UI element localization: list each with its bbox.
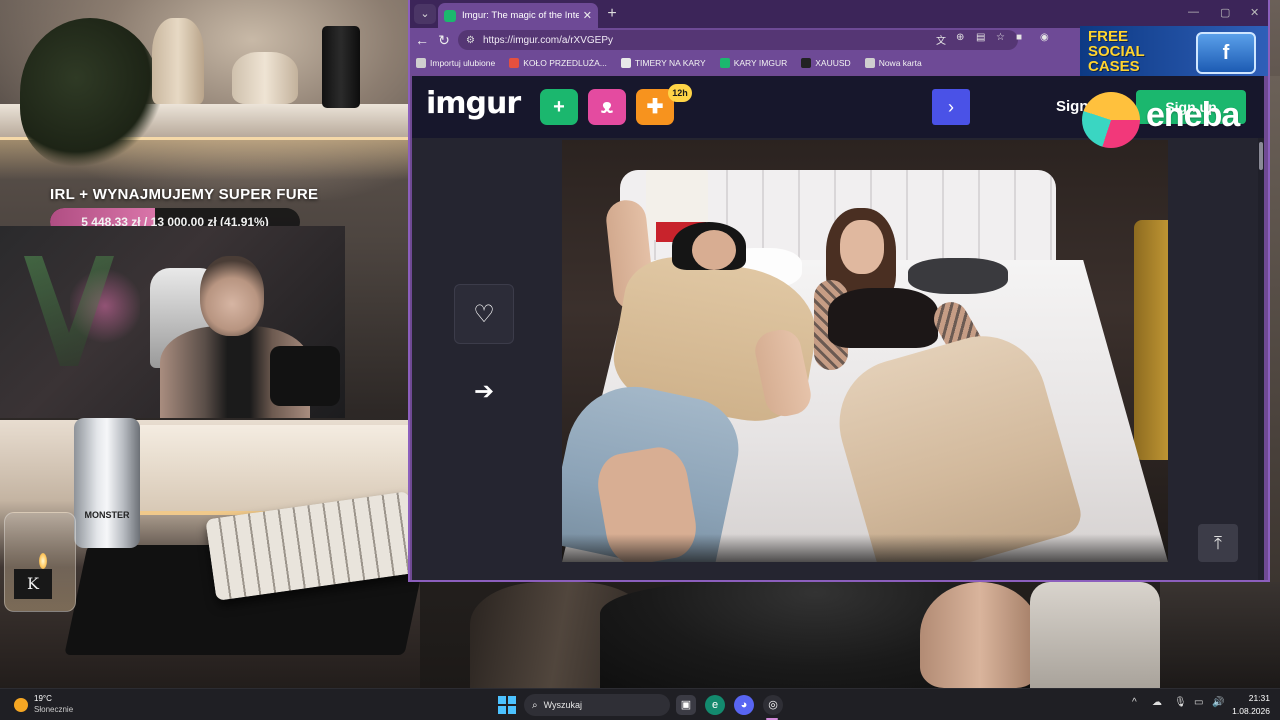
streamer-arm-right <box>920 582 1040 688</box>
share-arrow-icon[interactable]: ➔ <box>454 362 514 422</box>
bookmark-tradingview-icon <box>801 58 812 68</box>
weather-condition[interactable]: Słonecznie <box>34 705 73 714</box>
bookmark-5[interactable]: Nowa karta <box>864 58 922 68</box>
reader-icon[interactable]: ▤ <box>976 32 985 43</box>
bookmark-wheel-icon <box>509 58 520 68</box>
bookmark-label: TIMERY NA KARY <box>634 58 706 68</box>
discord-icon[interactable]: ◕ <box>734 695 754 715</box>
bookmark-1[interactable]: KOŁO PRZEDLUŻA... <box>509 58 607 68</box>
volume-icon[interactable]: 🔊 <box>1212 697 1224 708</box>
sun-weather-icon[interactable] <box>14 698 28 712</box>
chair <box>1030 582 1160 688</box>
search-placeholder: Wyszukaj <box>543 700 583 710</box>
imgur-logo[interactable]: imgur <box>426 86 521 121</box>
facebook-case-icon: f <box>1196 32 1256 74</box>
scrollbar[interactable] <box>1258 138 1264 580</box>
reload-icon[interactable]: ↻ <box>434 31 454 49</box>
tab-imgur[interactable]: Imgur: The magic of the Internet ✕ <box>438 3 598 28</box>
close-window-icon[interactable]: ✕ <box>1250 6 1259 19</box>
zoom-icon[interactable]: ⊕ <box>956 32 964 43</box>
bookmark-import-icon <box>416 58 426 68</box>
badge-12h: 12h <box>668 84 692 102</box>
clock-time[interactable]: 21:31 <box>1240 693 1270 703</box>
bookmark-label: Nowa karta <box>878 58 922 68</box>
back-arrow-icon[interactable]: ← <box>412 31 432 49</box>
browser-window: ⌄ Imgur: The magic of the Internet ✕ + —… <box>408 0 1270 582</box>
page-viewport: imgur + ᴥ ✚ 12h › Sign in Sign up ♡ ➔ ⤒ <box>412 76 1264 580</box>
bookmark-2[interactable]: TIMERY NA KARY <box>620 58 706 68</box>
taskbar: 19°C Słonecznie ⌕ Wyszukaj ▣ e ◕ ◎ ^ ☁ 🎙… <box>0 688 1280 720</box>
image-yellow-chair <box>1134 220 1168 460</box>
shelf-pot <box>232 52 298 104</box>
image-shadow <box>562 534 1168 562</box>
site-info-icon[interactable]: ⚙ <box>466 35 475 46</box>
new-tab-plus-icon[interactable]: + <box>602 4 622 24</box>
new-post-plus-icon[interactable]: + <box>540 89 578 125</box>
extension-icon[interactable]: ■ <box>1016 32 1022 43</box>
microphone-icon[interactable]: 🎙 <box>1174 697 1187 708</box>
eneba-logo-icon <box>1082 92 1140 148</box>
bookmark-imgur-icon <box>719 58 730 68</box>
edge-icon[interactable]: e <box>705 695 725 715</box>
can-label: MONSTER <box>84 510 130 520</box>
extension-green-icon[interactable]: ◉ <box>1040 32 1049 43</box>
image-woman-top <box>828 288 938 348</box>
bookmark-label: Importuj ulubione <box>430 58 496 68</box>
candle-flame <box>39 553 47 569</box>
webcam-microphone <box>270 346 340 406</box>
scrollbar-thumb[interactable] <box>1259 142 1263 170</box>
shelf-vase <box>152 18 204 104</box>
tab-close-icon[interactable]: ✕ <box>583 9 592 22</box>
imgur-favicon-icon <box>444 9 456 22</box>
clock-date[interactable]: 1.08.2026 <box>1230 706 1270 716</box>
ad-free-social-cases-text: FREE SOCIAL CASES <box>1088 28 1145 75</box>
search-icon: ⌕ <box>532 699 538 711</box>
task-view-icon[interactable]: ▣ <box>676 695 696 715</box>
image-woman-face <box>840 220 884 274</box>
scroll-to-top-icon[interactable]: ⤒ <box>1198 524 1238 562</box>
bookmark-newtab-icon <box>864 58 875 68</box>
address-bar[interactable]: ⚙ https://imgur.com/a/rXVGEPy <box>458 30 1018 50</box>
room-corner <box>1160 582 1280 688</box>
cloud-icon[interactable]: ☁ <box>1152 697 1162 708</box>
weather-temperature[interactable]: 19°C <box>34 694 52 703</box>
next-post-chevron-icon[interactable]: › <box>932 89 970 125</box>
tab-title: Imgur: The magic of the Internet <box>462 10 579 21</box>
webcam-feed <box>0 226 345 418</box>
tab-strip: ⌄ Imgur: The magic of the Internet ✕ + —… <box>410 0 1268 28</box>
cat-icon[interactable]: ᴥ <box>588 89 626 125</box>
webcam-streamer-head <box>200 256 264 336</box>
windows-start-icon[interactable] <box>498 696 516 714</box>
energy-drink-can-shelf <box>322 26 360 108</box>
tab-list-chevron-icon[interactable]: ⌄ <box>414 4 436 24</box>
ad-eneba-text[interactable]: eneba <box>1146 96 1240 135</box>
taskbar-search[interactable]: ⌕ Wyszukaj <box>524 694 670 716</box>
post-image[interactable] <box>562 140 1168 562</box>
bookmark-4[interactable]: XAUUSD <box>801 58 851 68</box>
donation-goal-title: IRL + WYNAJMUJEMY SUPER FURE <box>50 186 319 203</box>
candle-label: K <box>14 569 52 599</box>
tray-chevron-icon[interactable]: ^ <box>1132 697 1137 708</box>
bookmark-0[interactable]: Importuj ulubione <box>416 58 495 68</box>
bookmark-label: KARY IMGUR <box>733 58 788 68</box>
bookmark-label: XAUUSD <box>815 58 851 68</box>
bookmark-timer-icon <box>620 58 631 68</box>
translate-icon[interactable]: 文 <box>936 32 946 47</box>
network-icon[interactable]: ▭ <box>1194 697 1203 708</box>
maximize-icon[interactable]: ▢ <box>1220 6 1230 19</box>
bookmark-3[interactable]: KARY IMGUR <box>719 58 788 68</box>
favorite-heart-icon[interactable]: ♡ <box>454 284 514 344</box>
hanging-plant <box>20 18 160 168</box>
energy-drink-can-desk <box>74 418 140 548</box>
image-pillow-right <box>908 258 1008 294</box>
minimize-icon[interactable]: — <box>1188 6 1199 18</box>
bookmark-star-icon[interactable]: ☆ <box>996 32 1005 43</box>
ad-free-social-cases[interactable]: FREE SOCIAL CASES f <box>1080 26 1268 76</box>
browser-app-icon[interactable]: ◎ <box>763 695 783 715</box>
url-text: https://imgur.com/a/rXVGEPy <box>482 34 614 46</box>
image-man-face <box>692 230 736 270</box>
bookmark-label: KOŁO PRZEDLUŻA... <box>523 58 607 68</box>
